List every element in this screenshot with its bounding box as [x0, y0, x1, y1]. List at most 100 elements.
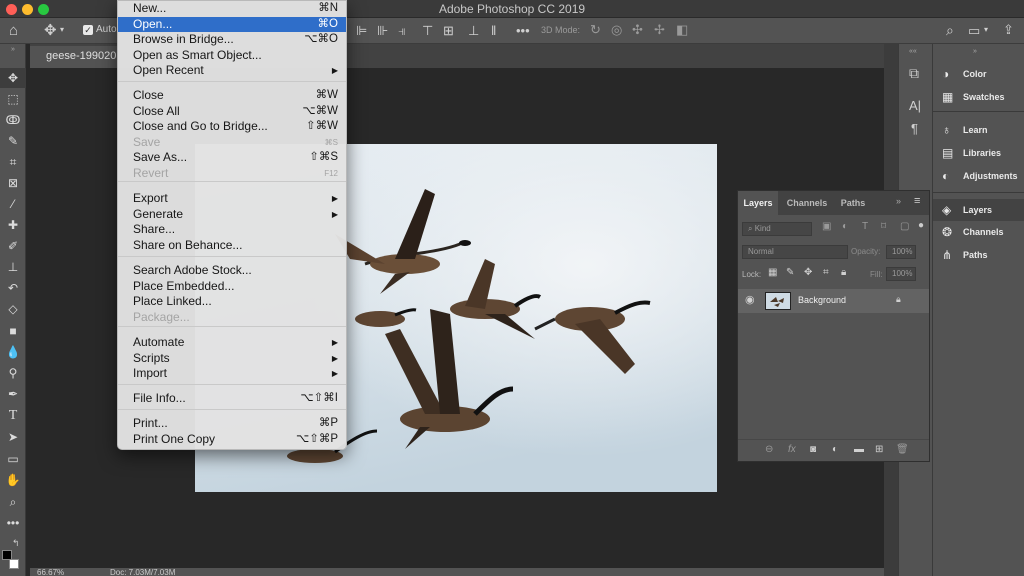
- filter-pixel-icon[interactable]: ▣: [822, 222, 831, 232]
- distribute-middle-icon[interactable]: ⊞: [443, 24, 454, 37]
- collapse-icon[interactable]: »: [0, 46, 26, 54]
- panel-menu-icon[interactable]: ≡: [914, 196, 920, 207]
- menu-item-open-recent[interactable]: Open Recent ▶: [118, 63, 346, 79]
- layer-name[interactable]: Background: [798, 295, 846, 305]
- link-layers-icon[interactable]: ⊖: [765, 445, 773, 455]
- menu-item-export[interactable]: Export ▶: [118, 191, 346, 207]
- search-icon[interactable]: ⌕: [946, 23, 954, 37]
- healing-tool[interactable]: ✚: [0, 215, 26, 235]
- lock-position-icon[interactable]: ✥: [804, 268, 812, 278]
- more-options-icon[interactable]: •••: [516, 24, 530, 37]
- dock-item-adjustments[interactable]: ◐ Adjustments: [933, 165, 1024, 187]
- filter-adjustment-icon[interactable]: ◐: [842, 222, 848, 232]
- filter-toggle-icon[interactable]: ●: [918, 221, 924, 231]
- chevron-down-icon[interactable]: ▾: [984, 26, 988, 34]
- workspace-icon[interactable]: ▭: [968, 24, 980, 37]
- 3d-rotate-icon[interactable]: ↻: [590, 23, 601, 36]
- brush-tool[interactable]: ✐: [0, 236, 26, 256]
- new-layer-icon[interactable]: ⊞: [875, 445, 883, 455]
- move-icon[interactable]: ✥: [44, 23, 57, 38]
- collapse-icon[interactable]: ««: [909, 48, 917, 55]
- menu-item-print[interactable]: Print... ⌘P: [118, 416, 346, 432]
- stamp-tool[interactable]: ⊥: [0, 257, 26, 277]
- distribute-top-icon[interactable]: ⊤: [422, 24, 433, 37]
- rectangle-tool[interactable]: ▭: [0, 449, 26, 469]
- quick-select-tool[interactable]: ✎: [0, 131, 26, 151]
- align-center-icon[interactable]: ⊪: [377, 24, 388, 37]
- background-color-swatch[interactable]: [9, 559, 19, 569]
- 3d-roll-icon[interactable]: ◎: [611, 23, 622, 36]
- 3d-pan-icon[interactable]: ✣: [632, 23, 643, 36]
- lock-image-icon[interactable]: ✎: [786, 268, 794, 278]
- menu-item-generate[interactable]: Generate ▶: [118, 207, 346, 223]
- dock-item-libraries[interactable]: ▤ Libraries: [933, 142, 1024, 164]
- kind-filter-select[interactable]: ⌕ Kind: [742, 222, 812, 236]
- dock-item-swatches[interactable]: ▦ Swatches: [933, 86, 1024, 108]
- more-tools[interactable]: •••: [0, 513, 26, 533]
- document-tab[interactable]: geese-199020: [30, 46, 126, 68]
- collapse-icon[interactable]: »: [973, 48, 977, 55]
- menu-item-place-embedded[interactable]: Place Embedded...: [118, 279, 346, 295]
- filter-type-icon[interactable]: T: [862, 222, 868, 232]
- menu-item-scripts[interactable]: Scripts ▶: [118, 351, 346, 367]
- menu-item-browse-in-bridge[interactable]: Browse in Bridge... ⌥⌘O: [118, 32, 346, 48]
- eyedropper-tool[interactable]: ⁄: [0, 194, 26, 214]
- menu-item-save-as[interactable]: Save As... ⇧⌘S: [118, 150, 346, 166]
- align-left-icon[interactable]: ⊫: [356, 24, 367, 37]
- lasso-tool[interactable]: ↂ: [0, 110, 26, 130]
- chevron-down-icon[interactable]: ▾: [60, 26, 64, 34]
- lock-all-icon[interactable]: 🔒︎: [841, 268, 846, 278]
- menu-item-share-on-behance[interactable]: Share on Behance...: [118, 238, 346, 254]
- blend-mode-select[interactable]: Normal: [742, 245, 848, 259]
- auto-select-checkbox[interactable]: ✓: [83, 25, 93, 35]
- menu-item-open[interactable]: Open... ⌘O: [118, 16, 346, 32]
- dock-item-channels[interactable]: ❂ Channels: [933, 221, 1024, 243]
- dock-item-learn[interactable]: ♁ Learn: [933, 119, 1024, 141]
- lock-transparent-icon[interactable]: ▦: [768, 268, 777, 278]
- share-icon[interactable]: ⇪: [1003, 23, 1014, 36]
- fill-field[interactable]: 100%: [886, 267, 916, 281]
- filter-shape-icon[interactable]: ⌑: [881, 222, 886, 232]
- distribute-bottom-icon[interactable]: ⊥: [468, 24, 479, 37]
- layer-mask-icon[interactable]: ◙: [810, 445, 816, 455]
- crop-tool[interactable]: ⌗: [0, 152, 26, 172]
- gradient-tool[interactable]: ■: [0, 321, 26, 341]
- collapse-icon[interactable]: »: [896, 197, 901, 206]
- menu-item-close-all[interactable]: Close All ⌥⌘W: [118, 104, 346, 120]
- menu-item-place-linked[interactable]: Place Linked...: [118, 294, 346, 310]
- eye-icon[interactable]: ◉: [745, 295, 755, 306]
- dock-item-color[interactable]: ◑ Color: [933, 63, 1024, 85]
- distribute-icon[interactable]: ‖: [491, 24, 496, 37]
- 3d-slide-icon[interactable]: ✢: [654, 23, 665, 36]
- dock-item-paths[interactable]: ⋔ Paths: [933, 244, 1024, 266]
- home-icon[interactable]: ⌂: [9, 23, 18, 38]
- swap-colors-icon[interactable]: ↰: [12, 538, 20, 549]
- tab-channels[interactable]: Channels: [780, 191, 834, 215]
- blur-tool[interactable]: 💧: [0, 342, 26, 362]
- menu-item-close[interactable]: Close ⌘W: [118, 88, 346, 104]
- character-icon[interactable]: A|: [909, 99, 921, 112]
- eraser-tool[interactable]: ◇: [0, 299, 26, 319]
- menu-item-import[interactable]: Import ▶: [118, 366, 346, 382]
- trash-icon[interactable]: 🗑︎: [896, 445, 909, 455]
- zoom-tool[interactable]: ⌕: [0, 492, 26, 512]
- history-icon[interactable]: ⧉: [909, 66, 919, 80]
- path-select-tool[interactable]: ➤: [0, 427, 26, 447]
- paragraph-icon[interactable]: ¶: [911, 122, 918, 135]
- new-group-icon[interactable]: ▬: [854, 445, 864, 455]
- tab-layers[interactable]: Layers: [738, 191, 778, 215]
- dodge-tool[interactable]: ⚲: [0, 363, 26, 383]
- layer-row[interactable]: ◉ Background 🔒︎: [738, 289, 929, 313]
- pen-tool[interactable]: ✒: [0, 384, 26, 404]
- menu-item-search-adobe-stock[interactable]: Search Adobe Stock...: [118, 263, 346, 279]
- menu-item-file-info[interactable]: File Info... ⌥⇧⌘I: [118, 391, 346, 407]
- lock-artboard-icon[interactable]: ⌗: [823, 268, 829, 278]
- menu-item-close-and-go-to-bridge[interactable]: Close and Go to Bridge... ⇧⌘W: [118, 119, 346, 135]
- align-right-icon[interactable]: ⫣: [398, 24, 406, 37]
- hand-tool[interactable]: ✋: [0, 470, 26, 490]
- menu-item-share[interactable]: Share...: [118, 222, 346, 238]
- adjustment-layer-icon[interactable]: ◐: [832, 445, 838, 455]
- 3d-scale-icon[interactable]: ◧: [676, 23, 688, 36]
- menu-item-new[interactable]: New... ⌘N: [118, 1, 346, 17]
- tab-paths[interactable]: Paths: [836, 191, 870, 215]
